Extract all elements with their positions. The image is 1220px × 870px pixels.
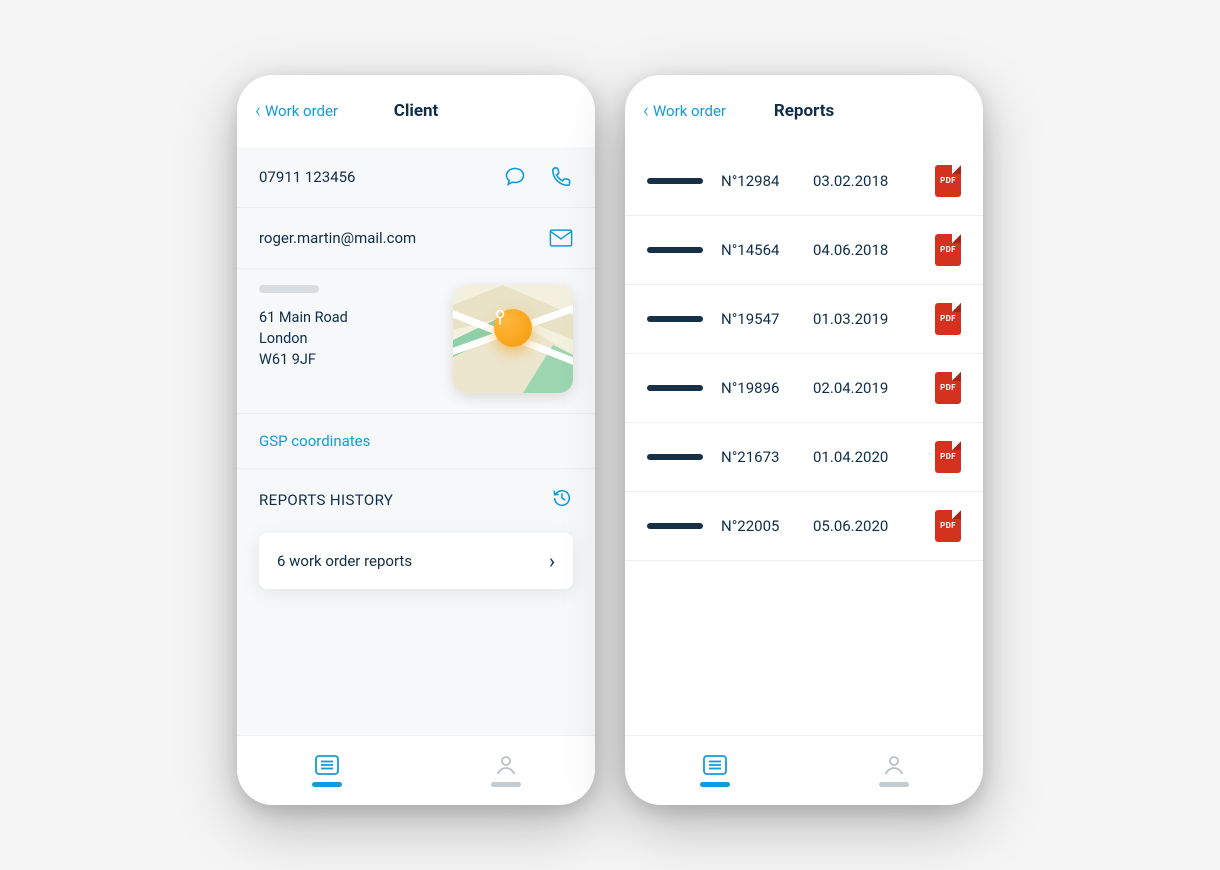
tab-indicator-inactive bbox=[491, 782, 521, 787]
report-date: 04.06.2018 bbox=[813, 241, 897, 259]
email-actions bbox=[549, 226, 573, 250]
report-number: N°19896 bbox=[721, 379, 795, 397]
phone-value: 07911 123456 bbox=[259, 168, 355, 186]
address-line2: London bbox=[259, 328, 437, 349]
header: ‹ Work order Client bbox=[237, 75, 595, 147]
report-title-placeholder bbox=[647, 385, 703, 391]
tab-list[interactable] bbox=[287, 754, 367, 787]
address-line1: 61 Main Road bbox=[259, 307, 437, 328]
gps-label: GSP coordinates bbox=[259, 432, 370, 450]
address-row: 61 Main Road London W61 9JF bbox=[237, 269, 595, 414]
report-date: 05.06.2020 bbox=[813, 517, 897, 535]
phone-row: 07911 123456 bbox=[237, 147, 595, 208]
back-button[interactable]: ‹ Work order bbox=[643, 102, 726, 120]
tab-indicator-active bbox=[700, 782, 730, 787]
gps-coordinates-link[interactable]: GSP coordinates bbox=[237, 414, 595, 469]
content: 07911 123456 roger.martin@mail.com bbox=[237, 147, 595, 735]
back-label: Work order bbox=[653, 102, 726, 120]
address-text: 61 Main Road London W61 9JF bbox=[259, 307, 437, 370]
tab-list[interactable] bbox=[675, 754, 755, 787]
report-number: N°12984 bbox=[721, 172, 795, 190]
phone-reports: ‹ Work order Reports N°12984 03.02.2018 PD… bbox=[625, 75, 983, 805]
report-date: 03.02.2018 bbox=[813, 172, 897, 190]
report-number: N°14564 bbox=[721, 241, 795, 259]
report-row[interactable]: N°14564 04.06.2018 PDF bbox=[625, 216, 983, 285]
address-label-placeholder bbox=[259, 285, 319, 293]
mail-icon[interactable] bbox=[549, 226, 573, 250]
reports-history-header: REPORTS HISTORY bbox=[237, 469, 595, 527]
report-date: 02.04.2019 bbox=[813, 379, 897, 397]
phone-actions bbox=[503, 165, 573, 189]
report-number: N°19547 bbox=[721, 310, 795, 328]
email-row: roger.martin@mail.com bbox=[237, 208, 595, 269]
tab-profile[interactable] bbox=[466, 754, 546, 787]
email-value: roger.martin@mail.com bbox=[259, 229, 416, 247]
report-row[interactable]: N°12984 03.02.2018 PDF bbox=[625, 147, 983, 216]
map-pin-icon bbox=[494, 309, 532, 347]
map-thumbnail[interactable] bbox=[453, 285, 573, 393]
back-button[interactable]: ‹ Work order bbox=[255, 102, 338, 120]
phone-client: ‹ Work order Client 07911 123456 bbox=[237, 75, 595, 805]
chevron-left-icon: ‹ bbox=[255, 100, 261, 120]
pdf-icon[interactable]: PDF bbox=[935, 165, 961, 197]
page-title: Client bbox=[394, 101, 439, 121]
back-label: Work order bbox=[265, 102, 338, 120]
reports-card-label: 6 work order reports bbox=[277, 552, 412, 570]
history-icon[interactable] bbox=[551, 487, 573, 513]
report-title-placeholder bbox=[647, 454, 703, 460]
tab-profile[interactable] bbox=[854, 754, 934, 787]
report-title-placeholder bbox=[647, 247, 703, 253]
call-icon[interactable] bbox=[549, 165, 573, 189]
chevron-left-icon: ‹ bbox=[643, 100, 649, 120]
pdf-icon[interactable]: PDF bbox=[935, 234, 961, 266]
page-title: Reports bbox=[774, 101, 834, 121]
report-row[interactable]: N°21673 01.04.2020 PDF bbox=[625, 423, 983, 492]
address-text-block: 61 Main Road London W61 9JF bbox=[259, 285, 437, 370]
report-date: 01.03.2019 bbox=[813, 310, 897, 328]
report-row[interactable]: N°19896 02.04.2019 PDF bbox=[625, 354, 983, 423]
report-row[interactable]: N°19547 01.03.2019 PDF bbox=[625, 285, 983, 354]
address-line3: W61 9JF bbox=[259, 349, 437, 370]
reports-card[interactable]: 6 work order reports › bbox=[259, 533, 573, 589]
pdf-icon[interactable]: PDF bbox=[935, 510, 961, 542]
report-title-placeholder bbox=[647, 316, 703, 322]
header: ‹ Work order Reports bbox=[625, 75, 983, 147]
report-title-placeholder bbox=[647, 178, 703, 184]
chat-icon[interactable] bbox=[503, 165, 527, 189]
section-label: REPORTS HISTORY bbox=[259, 491, 393, 509]
pdf-icon[interactable]: PDF bbox=[935, 303, 961, 335]
report-title-placeholder bbox=[647, 523, 703, 529]
report-number: N°22005 bbox=[721, 517, 795, 535]
pdf-icon[interactable]: PDF bbox=[935, 372, 961, 404]
reports-list: N°12984 03.02.2018 PDF N°14564 04.06.2018 PDF… bbox=[625, 147, 983, 735]
report-date: 01.04.2020 bbox=[813, 448, 897, 466]
pdf-icon[interactable]: PDF bbox=[935, 441, 961, 473]
tab-indicator-inactive bbox=[879, 782, 909, 787]
chevron-right-icon: › bbox=[549, 549, 555, 573]
tab-bar bbox=[625, 735, 983, 805]
report-number: N°21673 bbox=[721, 448, 795, 466]
report-row[interactable]: N°22005 05.06.2020 PDF bbox=[625, 492, 983, 561]
tab-bar bbox=[237, 735, 595, 805]
tab-indicator-active bbox=[312, 782, 342, 787]
